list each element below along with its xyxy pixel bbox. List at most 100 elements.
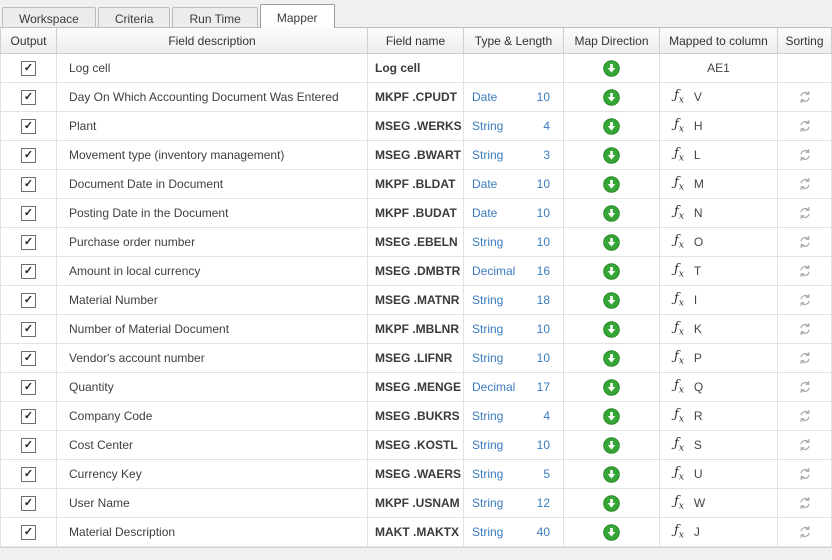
type-label[interactable]: String bbox=[472, 525, 503, 539]
type-label[interactable]: String bbox=[472, 438, 503, 452]
output-checkbox[interactable]: ✓ bbox=[21, 90, 36, 105]
table-row: ✓Purchase order numberMSEG .EBELNString1… bbox=[0, 228, 832, 257]
fx-function-icon: ƒx bbox=[674, 379, 684, 396]
length-value[interactable]: 10 bbox=[537, 177, 550, 191]
sorting-icon[interactable] bbox=[798, 380, 812, 394]
length-value[interactable]: 12 bbox=[537, 496, 550, 510]
output-checkbox[interactable]: ✓ bbox=[21, 148, 36, 163]
map-direction-icon[interactable] bbox=[603, 118, 620, 135]
type-label[interactable]: Date bbox=[472, 177, 497, 191]
output-checkbox[interactable]: ✓ bbox=[21, 322, 36, 337]
table-row: ✓Cost CenterMSEG .KOSTLString10ƒxS bbox=[0, 431, 832, 460]
sorting-icon[interactable] bbox=[798, 177, 812, 191]
length-value[interactable]: 10 bbox=[537, 438, 550, 452]
fx-function-icon: ƒx bbox=[674, 89, 684, 106]
type-label[interactable]: String bbox=[472, 467, 503, 481]
sorting-icon[interactable] bbox=[798, 496, 812, 510]
length-value[interactable]: 4 bbox=[543, 119, 550, 133]
output-checkbox[interactable]: ✓ bbox=[21, 61, 36, 76]
sorting-icon[interactable] bbox=[798, 206, 812, 220]
output-checkbox[interactable]: ✓ bbox=[21, 351, 36, 366]
output-checkbox[interactable]: ✓ bbox=[21, 380, 36, 395]
tab-run-time[interactable]: Run Time bbox=[172, 7, 257, 27]
length-value[interactable]: 18 bbox=[537, 293, 550, 307]
map-direction-icon[interactable] bbox=[603, 263, 620, 280]
output-checkbox[interactable]: ✓ bbox=[21, 235, 36, 250]
column-header-mapped-to-column: Mapped to column bbox=[660, 28, 778, 54]
output-checkbox[interactable]: ✓ bbox=[21, 119, 36, 134]
sorting-icon[interactable] bbox=[798, 264, 812, 278]
mapped-column-value: Q bbox=[694, 380, 703, 394]
map-direction-icon[interactable] bbox=[603, 60, 620, 77]
column-header-map-direction: Map Direction bbox=[564, 28, 660, 54]
map-direction-icon[interactable] bbox=[603, 234, 620, 251]
type-label[interactable]: String bbox=[472, 119, 503, 133]
length-value[interactable]: 17 bbox=[537, 380, 550, 394]
map-direction-icon[interactable] bbox=[603, 379, 620, 396]
tab-mapper[interactable]: Mapper bbox=[260, 4, 335, 28]
sorting-icon[interactable] bbox=[798, 351, 812, 365]
type-label[interactable]: String bbox=[472, 496, 503, 510]
length-value[interactable]: 40 bbox=[537, 525, 550, 539]
sorting-icon[interactable] bbox=[798, 119, 812, 133]
map-direction-icon[interactable] bbox=[603, 205, 620, 222]
field-description: Material Description bbox=[57, 518, 368, 547]
type-label[interactable]: String bbox=[472, 409, 503, 423]
type-label[interactable]: String bbox=[472, 322, 503, 336]
map-direction-icon[interactable] bbox=[603, 437, 620, 454]
sorting-icon[interactable] bbox=[798, 525, 812, 539]
map-direction-icon[interactable] bbox=[603, 466, 620, 483]
output-checkbox[interactable]: ✓ bbox=[21, 467, 36, 482]
map-direction-icon[interactable] bbox=[603, 524, 620, 541]
table-row: ✓Document Date in DocumentMKPF .BLDATDat… bbox=[0, 170, 832, 199]
type-label[interactable]: String bbox=[472, 351, 503, 365]
sorting-icon[interactable] bbox=[798, 148, 812, 162]
length-value[interactable]: 4 bbox=[543, 409, 550, 423]
sorting-icon[interactable] bbox=[798, 467, 812, 481]
sorting-icon[interactable] bbox=[798, 438, 812, 452]
sorting-icon[interactable] bbox=[798, 235, 812, 249]
map-direction-icon[interactable] bbox=[603, 176, 620, 193]
map-direction-icon[interactable] bbox=[603, 350, 620, 367]
map-direction-icon[interactable] bbox=[603, 147, 620, 164]
type-label[interactable]: Decimal bbox=[472, 380, 515, 394]
tab-workspace[interactable]: Workspace bbox=[2, 7, 96, 27]
type-label[interactable]: Date bbox=[472, 90, 497, 104]
type-label[interactable]: String bbox=[472, 148, 503, 162]
map-direction-icon[interactable] bbox=[603, 292, 620, 309]
type-label[interactable]: Decimal bbox=[472, 264, 515, 278]
output-checkbox[interactable]: ✓ bbox=[21, 177, 36, 192]
length-value[interactable]: 10 bbox=[537, 90, 550, 104]
sorting-icon[interactable] bbox=[798, 409, 812, 423]
output-checkbox[interactable]: ✓ bbox=[21, 525, 36, 540]
length-value[interactable]: 10 bbox=[537, 351, 550, 365]
output-checkbox[interactable]: ✓ bbox=[21, 293, 36, 308]
output-checkbox[interactable]: ✓ bbox=[21, 409, 36, 424]
type-label[interactable]: Date bbox=[472, 206, 497, 220]
map-direction-icon[interactable] bbox=[603, 495, 620, 512]
sorting-icon[interactable] bbox=[798, 293, 812, 307]
length-value[interactable]: 5 bbox=[543, 467, 550, 481]
length-value[interactable]: 10 bbox=[537, 322, 550, 336]
output-checkbox[interactable]: ✓ bbox=[21, 264, 36, 279]
output-checkbox[interactable]: ✓ bbox=[21, 496, 36, 511]
sorting-icon[interactable] bbox=[798, 322, 812, 336]
sorting-icon[interactable] bbox=[798, 90, 812, 104]
length-value[interactable]: 10 bbox=[537, 235, 550, 249]
type-label[interactable]: String bbox=[472, 235, 503, 249]
type-label[interactable]: String bbox=[472, 293, 503, 307]
table-row: ✓Movement type (inventory management)MSE… bbox=[0, 141, 832, 170]
field-description: Currency Key bbox=[57, 460, 368, 489]
map-direction-icon[interactable] bbox=[603, 408, 620, 425]
tab-criteria[interactable]: Criteria bbox=[98, 7, 171, 27]
output-checkbox[interactable]: ✓ bbox=[21, 438, 36, 453]
mapped-column-value: I bbox=[694, 293, 697, 307]
length-value[interactable]: 3 bbox=[543, 148, 550, 162]
map-direction-icon[interactable] bbox=[603, 89, 620, 106]
field-description: Day On Which Accounting Document Was Ent… bbox=[57, 83, 368, 112]
map-direction-icon[interactable] bbox=[603, 321, 620, 338]
field-name: MSEG .EBELN bbox=[368, 228, 464, 257]
length-value[interactable]: 16 bbox=[537, 264, 550, 278]
length-value[interactable]: 10 bbox=[537, 206, 550, 220]
output-checkbox[interactable]: ✓ bbox=[21, 206, 36, 221]
